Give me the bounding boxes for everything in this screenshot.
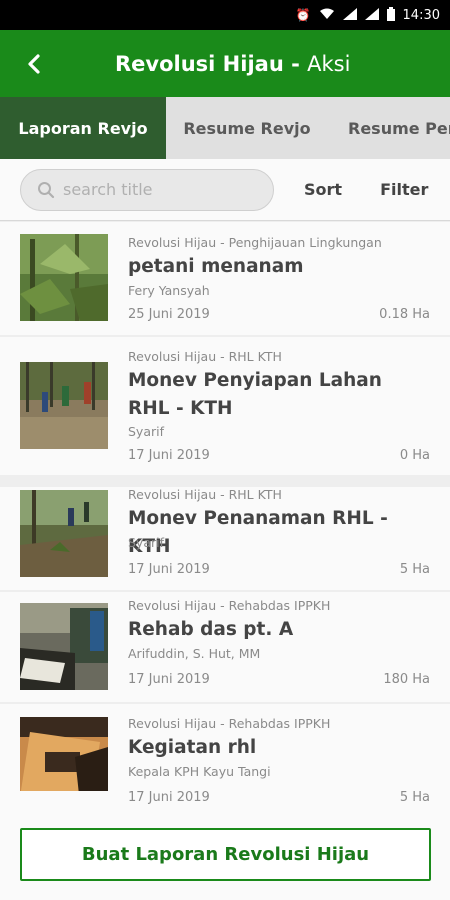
- search-input[interactable]: [63, 180, 253, 199]
- title-sub: Aksi: [307, 51, 351, 76]
- item-category: Revolusi Hijau - RHL KTH: [128, 349, 282, 364]
- item-category: Revolusi Hijau - Rehabdas IPPKH: [128, 716, 331, 731]
- item-title: Monev Penanaman RHL - KTH: [128, 508, 388, 557]
- report-thumbnail: [20, 717, 108, 791]
- battery-icon: [386, 6, 395, 24]
- tab-laporan-revjo[interactable]: Laporan Revjo: [0, 97, 166, 159]
- status-time: 14:30: [402, 7, 440, 23]
- search-toolbar: Sort Filter: [0, 159, 450, 221]
- page-title: Revolusi Hijau - Aksi: [115, 52, 350, 76]
- title-main: Revolusi Hijau: [115, 51, 284, 76]
- item-author: Kepala KPH Kayu Tangi: [128, 764, 271, 779]
- status-bar: ⏰ 14:30: [0, 0, 450, 30]
- item-area: 0 Ha: [399, 448, 430, 463]
- item-date: 17 Juni 2019: [128, 562, 210, 577]
- tab-resume-revjo[interactable]: Resume Revjo: [166, 97, 328, 159]
- tab-bar: Laporan Revjo Resume Revjo Resume Per: [0, 97, 450, 159]
- item-category: Revolusi Hijau - RHL KTH: [128, 487, 282, 502]
- item-title: petani menanam: [128, 256, 304, 277]
- chevron-left-icon: [28, 53, 40, 74]
- back-button[interactable]: [0, 30, 70, 97]
- sort-button[interactable]: Sort: [304, 180, 342, 199]
- report-thumbnail: [20, 490, 108, 577]
- report-thumbnail: [20, 234, 108, 321]
- tab-resume-per[interactable]: Resume Per: [328, 97, 450, 159]
- item-area: 5 Ha: [399, 562, 430, 577]
- signal-icon: [342, 7, 357, 23]
- wifi-icon: [319, 8, 335, 23]
- report-thumbnail: [20, 362, 108, 449]
- bottom-action-bar: Buat Laporan Revolusi Hijau: [0, 808, 450, 900]
- item-author: Syarif: [128, 535, 165, 550]
- title-separator: -: [283, 51, 308, 76]
- signal-icon: [364, 7, 379, 23]
- item-author: Fery Yansyah: [128, 283, 210, 298]
- report-thumbnail: [20, 603, 108, 690]
- item-author: Arifuddin, S. Hut, MM: [128, 646, 261, 661]
- item-date: 17 Juni 2019: [128, 672, 210, 687]
- item-area: 0.18 Ha: [379, 307, 430, 322]
- alarm-icon: ⏰: [295, 8, 311, 22]
- list-item[interactable]: Revolusi Hijau - RHL KTH Monev Penyiapan…: [0, 337, 450, 475]
- item-area: 5 Ha: [399, 790, 430, 805]
- item-category: Revolusi Hijau - Penghijauan Lingkungan: [128, 235, 382, 250]
- item-date: 25 Juni 2019: [128, 307, 210, 322]
- create-report-button[interactable]: Buat Laporan Revolusi Hijau: [20, 828, 431, 881]
- list-item[interactable]: Revolusi Hijau - RHL KTH Monev Penanaman…: [0, 487, 450, 590]
- item-date: 17 Juni 2019: [128, 790, 210, 805]
- filter-button[interactable]: Filter: [380, 180, 428, 199]
- list-item[interactable]: Revolusi Hijau - Penghijauan Lingkungan …: [0, 222, 450, 335]
- search-icon: [38, 181, 55, 198]
- search-box[interactable]: [20, 168, 274, 211]
- item-date: 17 Juni 2019: [128, 448, 210, 463]
- item-area: 180 Ha: [383, 672, 430, 687]
- item-title: Kegiatan rhl: [128, 737, 257, 758]
- item-author: Syarif: [128, 424, 165, 439]
- item-title: Monev Penyiapan Lahan RHL - KTH: [128, 370, 382, 419]
- item-category: Revolusi Hijau - Rehabdas IPPKH: [128, 598, 331, 613]
- list-item[interactable]: Revolusi Hijau - Rehabdas IPPKH Rehab da…: [0, 592, 450, 702]
- list-item[interactable]: Revolusi Hijau - Rehabdas IPPKH Kegiatan…: [0, 704, 450, 808]
- app-bar: Revolusi Hijau - Aksi: [0, 30, 450, 97]
- item-title: Rehab das pt. A: [128, 619, 294, 640]
